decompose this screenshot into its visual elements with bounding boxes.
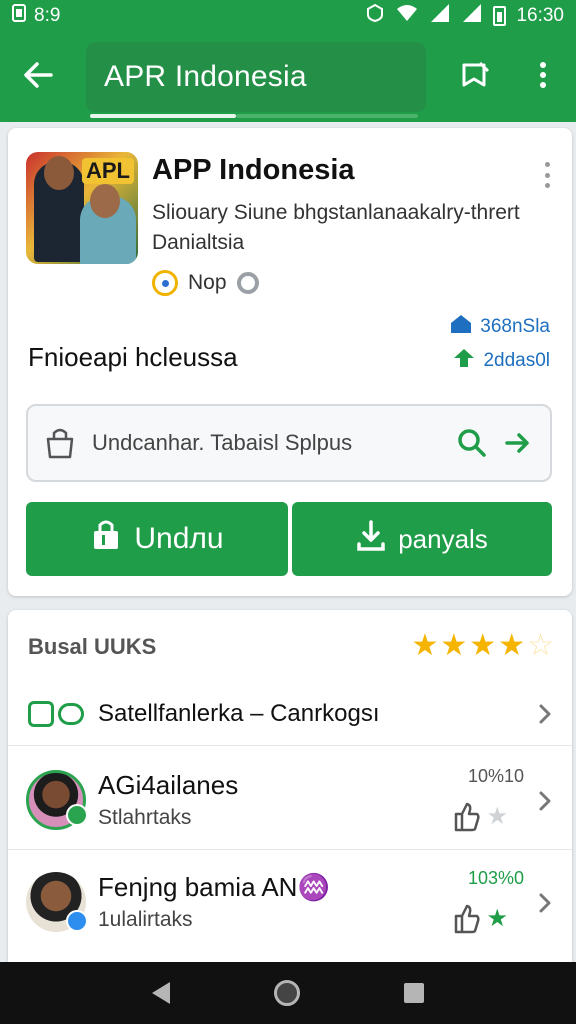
app-bar: APR Indonesia bbox=[0, 32, 576, 122]
tab-indicator-track bbox=[236, 114, 418, 118]
signal-icon bbox=[461, 3, 483, 29]
star-icon: ★ bbox=[469, 629, 497, 662]
star-icon: ★ bbox=[486, 905, 508, 932]
list-item-label: Satellfanlerka – Canrkogsı bbox=[98, 699, 380, 727]
download-button-label: panyals bbox=[398, 523, 488, 554]
installs-icon bbox=[453, 348, 475, 374]
person-name: Fenjng bamia AN♒ bbox=[98, 872, 330, 902]
gear-icon bbox=[236, 272, 259, 294]
sim-card-icon bbox=[12, 4, 26, 28]
install-button[interactable]: Undлu bbox=[26, 502, 288, 576]
title-tab[interactable]: APR Indonesia bbox=[86, 42, 426, 112]
app-info-card: APL APP Indonesia Sliouary Siune bhgstan… bbox=[8, 128, 572, 596]
more-vert-icon bbox=[539, 61, 547, 94]
shopping-bag-icon bbox=[42, 425, 78, 461]
status-time: 16:30 bbox=[516, 5, 564, 26]
person-subtitle: 1ulalirtaks bbox=[98, 908, 193, 931]
nav-home-icon[interactable] bbox=[274, 980, 300, 1006]
back-button[interactable] bbox=[0, 32, 76, 122]
nav-back-icon[interactable] bbox=[152, 982, 170, 1004]
bag-icon bbox=[90, 519, 122, 559]
thumbnail-person-1-head bbox=[44, 156, 74, 190]
chevron-right-icon bbox=[534, 790, 556, 812]
thumbnail-badge: APL bbox=[82, 158, 134, 184]
status-badge bbox=[66, 804, 88, 826]
app-category: Fnioeapi hcleussa bbox=[28, 342, 238, 372]
chevron-right-icon bbox=[534, 892, 556, 914]
bookmark-button[interactable] bbox=[452, 54, 498, 100]
rating-stars: ★ ★ ★ ★ ☆ bbox=[411, 628, 554, 663]
card-more-button[interactable] bbox=[542, 162, 552, 188]
thumbnail-person-2-head bbox=[90, 184, 120, 218]
search-input[interactable]: Undcanhar. Tabaisl Splpus bbox=[26, 404, 552, 482]
chat-icon bbox=[28, 699, 86, 729]
thumbs-up-icon[interactable] bbox=[452, 904, 480, 934]
stat-installs: 2ddas0l bbox=[453, 348, 550, 374]
status-bar: 8:9 16:30 bbox=[0, 0, 576, 32]
person-name: AGi4ailanes bbox=[98, 770, 239, 800]
downloads-icon bbox=[450, 314, 472, 340]
section-title: Busal UUKS bbox=[28, 634, 157, 659]
stat-downloads: 368nSla bbox=[450, 314, 550, 340]
developer-row[interactable]: Nop bbox=[152, 270, 259, 296]
stat-downloads-value: 368nSla bbox=[480, 316, 550, 337]
page-title: APR Indonesia bbox=[104, 60, 307, 93]
app-description: Sliouary Siune bhgstanlanaakalry-thrert … bbox=[152, 201, 520, 254]
list-item[interactable]: AGi4ailanes Stlahrtaks 10%10 ★ bbox=[8, 750, 572, 850]
star-icon: ★ bbox=[411, 629, 439, 662]
list-item[interactable]: Satellfanlerka – Canrkogsı bbox=[8, 682, 572, 746]
stat-installs-value: 2ddas0l bbox=[483, 350, 550, 371]
person-meta: 103%0 bbox=[467, 868, 524, 888]
arrow-left-icon bbox=[23, 61, 53, 94]
vpn-icon bbox=[365, 3, 385, 29]
status-badge bbox=[66, 910, 88, 932]
signal-icon bbox=[429, 3, 451, 29]
developer-icon bbox=[152, 270, 178, 296]
search-text: Undcanhar. Tabaisl Splpus bbox=[92, 430, 353, 455]
person-subtitle: Stlahrtaks bbox=[98, 806, 192, 829]
thumbs-up-icon[interactable] bbox=[452, 802, 480, 832]
install-button-label: Undлu bbox=[134, 522, 224, 555]
status-left-text: 8:9 bbox=[34, 5, 61, 26]
navigation-bar bbox=[0, 962, 576, 1024]
app-thumbnail[interactable]: APL bbox=[26, 152, 138, 264]
star-outline-icon: ☆ bbox=[527, 629, 554, 662]
reviews-card: Busal UUKS ★ ★ ★ ★ ☆ Satellfanlerka – Ca… bbox=[8, 610, 572, 970]
chevron-right-icon bbox=[534, 703, 556, 725]
list-item[interactable]: Fenjng bamia AN♒ 1ulalirtaks 103%0 ★ bbox=[8, 852, 572, 952]
star-icon: ★ bbox=[440, 629, 468, 662]
more-menu-button[interactable] bbox=[520, 54, 566, 100]
star-icon: ★ bbox=[486, 803, 508, 830]
star-icon: ★ bbox=[498, 629, 526, 662]
download-icon bbox=[356, 519, 386, 559]
app-name: APP Indonesia bbox=[152, 154, 355, 186]
person-meta: 10%10 bbox=[467, 766, 524, 786]
arrow-right-icon[interactable] bbox=[500, 425, 536, 461]
download-button[interactable]: panyals bbox=[292, 502, 552, 576]
wifi-icon bbox=[395, 3, 419, 29]
bookmark-icon bbox=[460, 61, 490, 94]
tab-indicator bbox=[90, 114, 236, 118]
nav-recents-icon[interactable] bbox=[404, 983, 424, 1003]
search-icon[interactable] bbox=[454, 425, 490, 461]
developer-name: Nop bbox=[188, 271, 227, 294]
battery-icon bbox=[493, 6, 507, 26]
